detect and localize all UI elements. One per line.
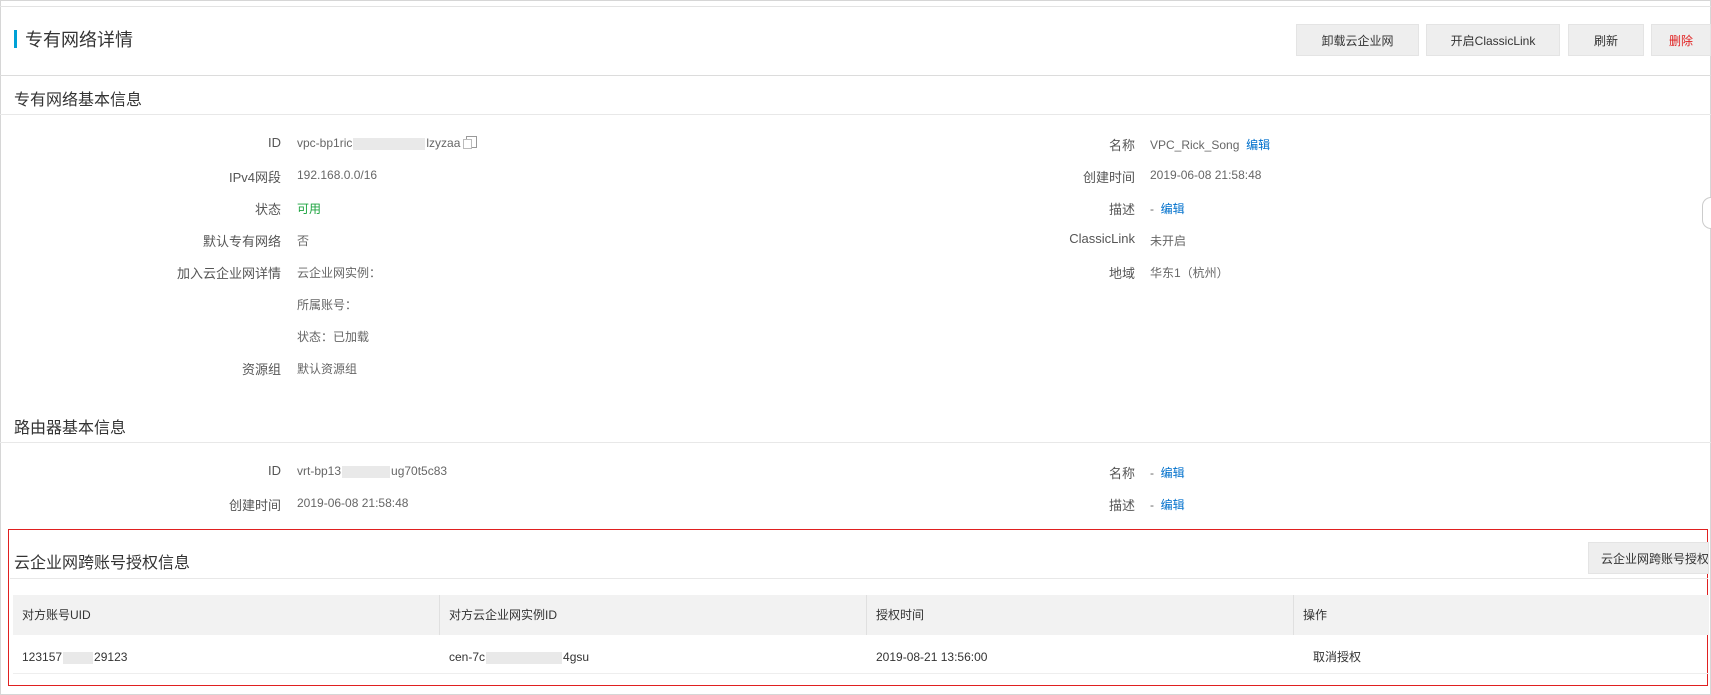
vpc-id-suffix: lzyzaa xyxy=(426,136,461,150)
cen-auth-section-title: 云企业网跨账号授权信息 xyxy=(14,555,191,572)
section-divider xyxy=(0,114,1711,115)
classiclink-label: ClassicLink xyxy=(1069,231,1135,246)
column-header-instance-id: 对方云企业网实例ID xyxy=(440,595,867,635)
instance-prefix: cen-7c xyxy=(449,650,486,664)
router-name-value: - 编辑 xyxy=(1150,464,1185,481)
scroll-handle[interactable] xyxy=(1702,197,1711,229)
vpc-desc-text: - xyxy=(1150,202,1154,216)
column-header-uid: 对方账号UID xyxy=(13,595,440,635)
router-id-suffix: ug70t5c83 xyxy=(391,464,448,478)
router-created-label: 创建时间 xyxy=(228,498,281,513)
router-created-value: 2019-06-08 21:58:48 xyxy=(297,496,409,510)
default-vpc-value: 否 xyxy=(297,234,310,248)
resource-group-value: 默认资源组 xyxy=(297,362,358,376)
instance-id-cell: cen-7c 4gsu xyxy=(440,640,867,674)
uid-suffix: 29123 xyxy=(94,650,128,664)
region-label: 地域 xyxy=(1108,266,1135,281)
row-divider xyxy=(13,673,1709,674)
cen-account-value: 所属账号： xyxy=(297,298,358,312)
section-divider xyxy=(10,578,1708,579)
vpc-desc-label: 描述 xyxy=(1108,202,1135,217)
router-desc-label: 描述 xyxy=(1108,498,1135,513)
ipv4-value: 192.168.0.0/16 xyxy=(297,168,378,182)
router-id-prefix: vrt-bp13 xyxy=(297,464,342,478)
edit-desc-link[interactable]: 编辑 xyxy=(1161,202,1185,216)
refresh-button[interactable]: 刷新 xyxy=(1568,24,1644,56)
section-divider xyxy=(0,442,1711,443)
redaction-mask xyxy=(353,137,426,150)
cen-instance-value: 云企业网实例： xyxy=(297,266,382,280)
classiclink-value: 未开启 xyxy=(1150,234,1187,248)
vpc-name-value: VPC_Rick_Song 编辑 xyxy=(1150,136,1270,153)
vpc-name-label: 名称 xyxy=(1108,138,1135,153)
instance-suffix: 4gsu xyxy=(563,650,590,664)
copy-icon[interactable] xyxy=(463,136,478,149)
router-desc-value: - 编辑 xyxy=(1150,496,1185,513)
router-id-label: ID xyxy=(268,463,281,478)
status-value: 可用 xyxy=(297,202,322,216)
enable-classiclink-button[interactable]: 开启ClassicLink xyxy=(1426,24,1560,56)
detach-cen-button[interactable]: 卸载云企业网 xyxy=(1296,24,1419,56)
vpc-id-label: ID xyxy=(268,135,281,150)
router-name-text: - xyxy=(1150,466,1154,480)
vpc-desc-value: - 编辑 xyxy=(1150,200,1185,217)
uid-cell: 123157 29123 xyxy=(13,640,440,674)
vpc-basic-section-title: 专有网络基本信息 xyxy=(14,92,143,109)
cen-details-label: 加入云企业网详情 xyxy=(176,266,281,281)
vpc-created-label: 创建时间 xyxy=(1082,170,1135,185)
edit-name-link[interactable]: 编辑 xyxy=(1246,138,1270,152)
revoke-authorization-link[interactable]: 取消授权 xyxy=(1303,640,1503,674)
status-label: 状态 xyxy=(254,202,281,217)
default-vpc-label: 默认专有网络 xyxy=(202,234,281,249)
title-accent-bar xyxy=(14,30,17,48)
vpc-id-prefix: vpc-bp1ric xyxy=(297,136,353,150)
edit-router-name-link[interactable]: 编辑 xyxy=(1161,466,1185,480)
redaction-mask xyxy=(342,465,391,478)
auth-time-cell: 2019-08-21 13:56:00 xyxy=(876,650,988,664)
vpc-created-value: 2019-06-08 21:58:48 xyxy=(1150,168,1262,182)
page-title: 专有网络详情 xyxy=(25,30,133,50)
redaction-mask xyxy=(486,651,563,664)
uid-prefix: 123157 xyxy=(22,650,63,664)
vpc-id-value: vpc-bp1ric lzyzaa xyxy=(297,136,478,150)
delete-button[interactable]: 删除 xyxy=(1651,24,1711,56)
router-basic-section-title: 路由器基本信息 xyxy=(14,420,127,437)
resource-group-label: 资源组 xyxy=(241,362,281,377)
ipv4-label: IPv4网段 xyxy=(228,170,281,185)
router-desc-text: - xyxy=(1150,498,1154,512)
router-id-value: vrt-bp13 ug70t5c83 xyxy=(297,464,447,478)
edit-router-desc-link[interactable]: 编辑 xyxy=(1161,498,1185,512)
column-header-auth-time: 授权时间 xyxy=(867,595,1294,635)
vpc-name-text: VPC_Rick_Song xyxy=(1150,138,1240,152)
auth-table-header: 对方账号UID 对方云企业网实例ID 授权时间 操作 xyxy=(13,595,1709,635)
region-value: 华东1（杭州） xyxy=(1150,266,1229,280)
column-header-actions: 操作 xyxy=(1303,608,1328,622)
redaction-mask xyxy=(63,651,94,664)
cen-auth-button[interactable]: 云企业网跨账号授权 xyxy=(1588,542,1709,574)
router-name-label: 名称 xyxy=(1108,466,1135,481)
cen-status-value: 状态：已加载 xyxy=(297,330,370,344)
